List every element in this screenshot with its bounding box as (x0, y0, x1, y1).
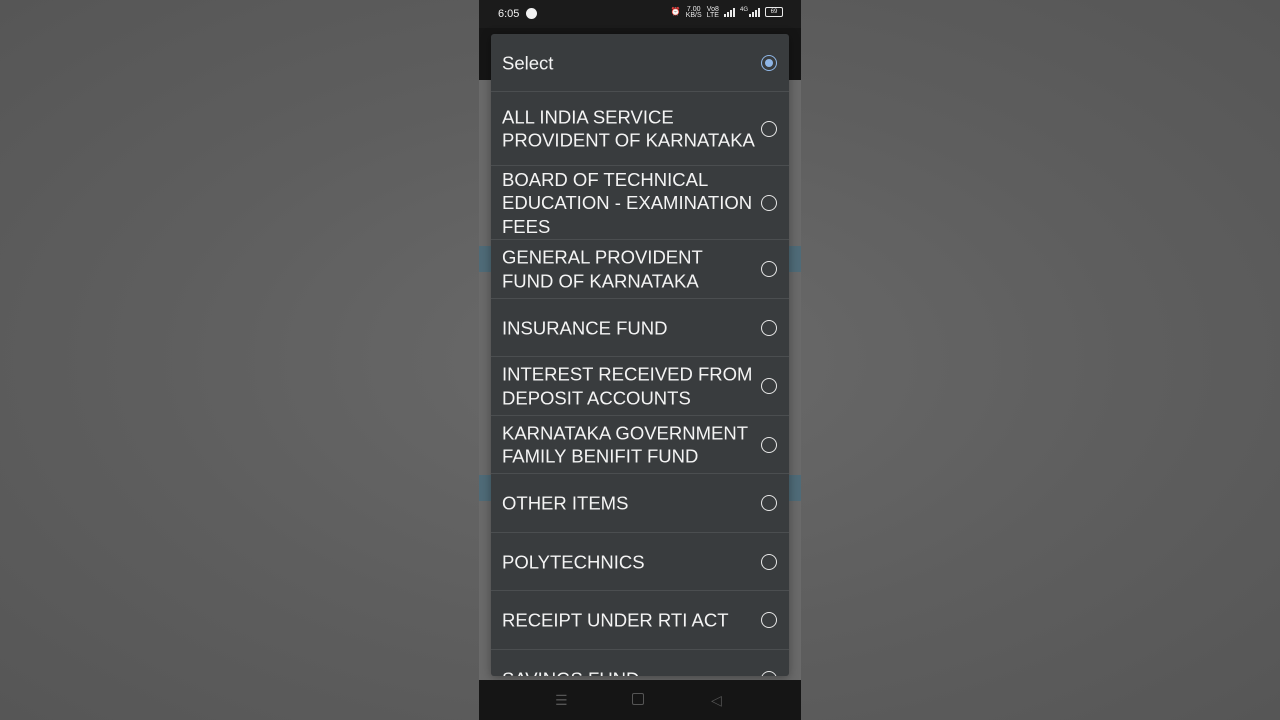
volte-icon: Vo8 LTE (706, 6, 719, 19)
radio-icon[interactable] (761, 436, 777, 453)
battery-icon: 69 (765, 7, 783, 17)
option-interest-received[interactable]: INTEREST RECEIVED FROM DEPOSIT ACCOUNTS (491, 357, 789, 416)
home-icon[interactable] (632, 692, 644, 708)
select-dialog: Select ALL INDIA SERVICE PROVIDENT OF KA… (491, 34, 789, 676)
alarm-icon: ⏰ (670, 7, 681, 16)
option-savings-fund[interactable]: SAVINGS FUND (491, 650, 789, 676)
option-other-items[interactable]: OTHER ITEMS (491, 474, 789, 533)
radio-icon[interactable] (761, 553, 777, 570)
option-label: ALL INDIA SERVICE PROVIDENT OF KARNATAKA (502, 106, 755, 151)
radio-selected-icon[interactable] (761, 54, 777, 71)
back-icon[interactable]: ◁ (711, 692, 722, 708)
option-label: KARNATAKA GOVERNMENT FAMILY BENIFIT FUND (502, 422, 748, 467)
option-label: OTHER ITEMS (502, 492, 629, 514)
status-time: 6:05 (498, 8, 520, 20)
option-label: GENERAL PROVIDENT FUND OF KARNATAKA (502, 246, 703, 292)
option-karnataka-family-benifit-fund[interactable]: KARNATAKA GOVERNMENT FAMILY BENIFIT FUND (491, 416, 789, 474)
option-label: Select (502, 51, 554, 73)
option-receipt-rti-act[interactable]: RECEIPT UNDER RTI ACT (491, 591, 789, 650)
option-general-provident-fund[interactable]: GENERAL PROVIDENT FUND OF KARNATAKA (491, 240, 789, 299)
radio-icon[interactable] (761, 194, 777, 211)
option-insurance-fund[interactable]: INSURANCE FUND (491, 299, 789, 357)
net-speed-unit: KB/S (685, 12, 702, 19)
radio-icon[interactable] (761, 378, 777, 394)
navigation-bar: ☰ ◁ (479, 680, 801, 720)
status-bar: 6:05 ⏰ 7.00 KB/S Vo8 LTE 4G 69 (479, 0, 801, 28)
radio-icon[interactable] (761, 261, 777, 277)
option-label: RECEIPT UNDER RTI ACT (502, 609, 729, 631)
lte-label: LTE (706, 12, 719, 19)
net-speed: 7.00 KB/S (685, 6, 702, 19)
video-frame: 6:05 ⏰ 7.00 KB/S Vo8 LTE 4G 69 Select AL… (0, 0, 1280, 720)
radio-icon[interactable] (761, 319, 777, 336)
option-label: POLYTECHNICS (502, 550, 645, 572)
recent-apps-icon[interactable]: ☰ (555, 692, 568, 708)
option-select[interactable]: Select (491, 34, 789, 92)
radio-icon[interactable] (761, 120, 777, 137)
radio-icon[interactable] (761, 612, 777, 628)
option-all-india-service-provident[interactable]: ALL INDIA SERVICE PROVIDENT OF KARNATAKA (491, 92, 789, 166)
option-board-technical-education[interactable]: BOARD OF TECHNICAL EDUCATION - EXAMINATI… (491, 166, 789, 240)
signal-4g-label: 4G (739, 7, 748, 13)
option-label: SAVINGS FUND (502, 667, 757, 676)
option-label: BOARD OF TECHNICAL EDUCATION - EXAMINATI… (502, 168, 753, 237)
option-label: INTEREST RECEIVED FROM DEPOSIT ACCOUNTS (502, 363, 753, 409)
option-label: INSURANCE FUND (502, 316, 668, 338)
notification-icon (526, 8, 537, 19)
phone-screen: 6:05 ⏰ 7.00 KB/S Vo8 LTE 4G 69 Select AL… (479, 0, 801, 720)
option-polytechnics[interactable]: POLYTECHNICS (491, 533, 789, 591)
signal-icon (723, 7, 735, 17)
system-icons: ⏰ 7.00 KB/S Vo8 LTE 4G 69 (670, 6, 783, 19)
radio-icon[interactable] (761, 671, 777, 676)
radio-icon[interactable] (761, 495, 777, 511)
signal2-icon (749, 7, 760, 17)
